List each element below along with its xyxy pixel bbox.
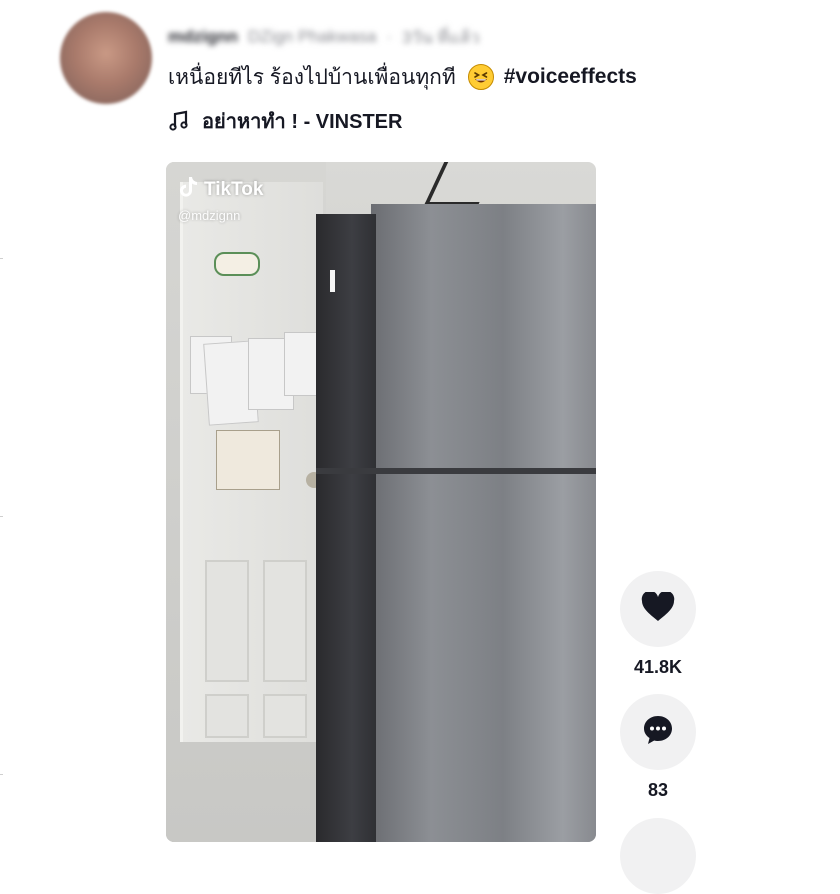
comment-count: 83 — [647, 780, 669, 800]
hashtag-link[interactable]: #voiceeffects — [504, 65, 637, 89]
caption-text: เหนื่อยทีไร ร้องไปบ้านเพื่อนทุกที — [168, 65, 456, 89]
video-scene-fridge-led — [330, 270, 335, 292]
comment-icon — [641, 713, 675, 752]
music-link[interactable]: อย่าหาทำ ! - VINSTER — [168, 106, 402, 136]
music-title: อย่าหาทำ ! - VINSTER — [202, 111, 403, 133]
author-username[interactable]: mdzignn — [168, 27, 238, 47]
video-scene-fridge-front — [371, 204, 596, 842]
author-line[interactable]: mdzignn DZign Phakwasa · 3วัน ที่แล้ว — [168, 26, 480, 48]
video-scene-bracket — [423, 162, 499, 206]
video-scene-fridge-split — [316, 468, 596, 474]
edge-tick — [0, 774, 3, 775]
edge-tick — [0, 258, 3, 259]
post-caption: เหนื่อยทีไร ร้องไปบ้านเพื่อนทุกที #voice… — [168, 62, 637, 92]
tiktok-watermark: TikTok @mdzignn — [178, 176, 263, 223]
watermark-brand: TikTok — [204, 179, 264, 200]
tiktok-logo-icon — [178, 176, 198, 204]
share-button[interactable] — [620, 818, 696, 894]
author-avatar[interactable] — [60, 12, 152, 104]
music-note-icon — [168, 110, 190, 132]
video-scene-sign — [214, 252, 260, 276]
edge-tick — [0, 516, 3, 517]
video-player[interactable]: TikTok @mdzignn — [166, 162, 596, 842]
author-display-name: DZign Phakwasa — [247, 27, 377, 46]
post-date: 3วัน ที่แล้ว — [402, 27, 480, 47]
like-count: 41.8K — [633, 657, 683, 677]
like-button[interactable] — [620, 571, 696, 647]
heart-icon — [641, 590, 675, 627]
watermark-username: @mdzignn — [178, 208, 241, 223]
grinning-squinting-face-icon — [467, 64, 494, 90]
video-scene-calendar — [216, 430, 280, 490]
video-scene-fridge-side — [316, 214, 376, 842]
comment-button[interactable] — [620, 694, 696, 770]
